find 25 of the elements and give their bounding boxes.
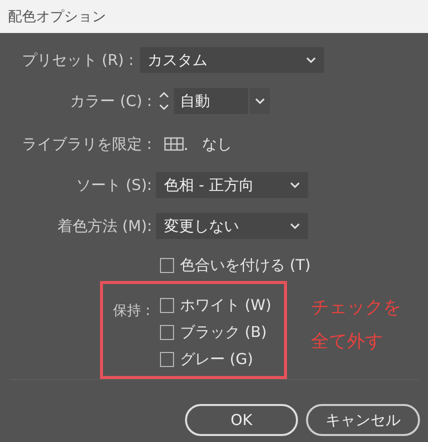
color-label: カラー (C) : [69, 92, 153, 110]
preserve-checkbox[interactable]: ブラック (B) [160, 323, 272, 342]
color-dropdown[interactable]: 自動 [174, 88, 270, 114]
coloring-method-label: 着色方法 (M): [56, 216, 153, 236]
dialog-button[interactable]: OK [185, 404, 298, 436]
preserve-checkbox[interactable]: ホワイト (W) [160, 296, 272, 315]
caret-icon [306, 57, 316, 63]
coloring-method-dropdown[interactable]: 変更しない [156, 213, 308, 239]
window-title: 配色オプション [8, 8, 106, 26]
library-label: ライブラリを限定 : [22, 134, 152, 154]
library-value: なし [202, 134, 232, 154]
grid-icon[interactable] [164, 137, 188, 151]
caret-icon [290, 223, 300, 229]
caret-icon [255, 98, 265, 104]
preserve-checkbox[interactable]: グレー (G) [160, 350, 272, 369]
preserve-label: 保持 : [113, 302, 152, 321]
sort-label: ソート (S): [74, 176, 153, 194]
sort-dropdown[interactable]: 色相 - 正方向 [156, 172, 308, 198]
dialog-button[interactable]: キャンセル [306, 404, 420, 436]
stepper-icon[interactable] [158, 89, 170, 113]
preset-label: プリセット (R) : [22, 50, 134, 70]
tint-checkbox[interactable]: 色合いを付ける (T) [160, 256, 311, 275]
preset-dropdown[interactable]: カスタム [140, 47, 324, 73]
caret-icon [290, 182, 300, 188]
annotation-text: チェックを 全て外す [311, 296, 401, 354]
